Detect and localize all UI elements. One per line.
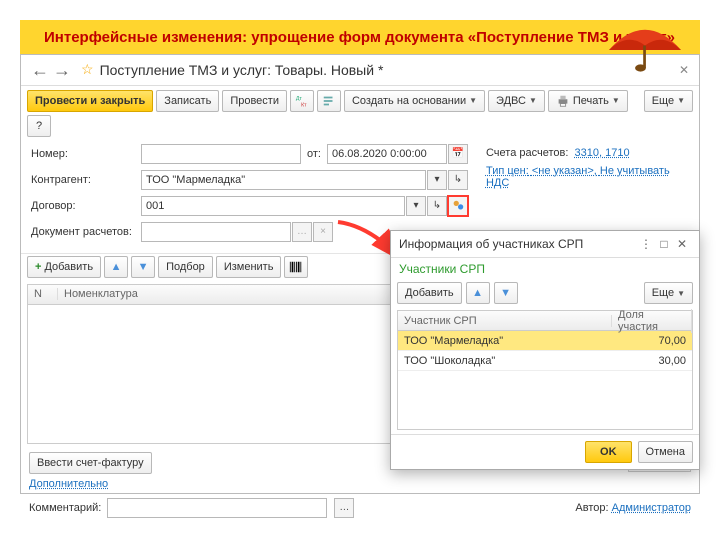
docrasch-clear-icon: × xyxy=(313,222,333,242)
create-based-on-button[interactable]: Создать на основании ▼ xyxy=(344,90,485,112)
popup-menu-icon[interactable]: ⋮ xyxy=(637,237,655,251)
enter-invoice-button[interactable]: Ввести счет-фактуру xyxy=(29,452,152,474)
popup-col-part: Участник СРП xyxy=(398,315,612,327)
popup-subtitle: Участники СРП xyxy=(391,258,699,280)
edit-button[interactable]: Изменить xyxy=(216,256,282,278)
print-button[interactable]: Печать ▼ xyxy=(548,90,628,112)
popup-more-button[interactable]: Еще ▼ xyxy=(644,282,693,304)
popup-col-share: Доля участия xyxy=(612,309,692,333)
popup-up-button[interactable]: ▲ xyxy=(466,282,490,304)
contragent-select-icon[interactable]: ▾ xyxy=(427,170,447,190)
registers-button[interactable] xyxy=(317,90,341,112)
contragent-open-icon[interactable]: ↳ xyxy=(448,170,468,190)
number-label: Номер: xyxy=(31,148,141,160)
srp-info-button[interactable] xyxy=(448,196,468,216)
post-and-close-button[interactable]: Провести и закрыть xyxy=(27,90,153,112)
popup-title: Информация об участниках СРП xyxy=(399,237,637,251)
docrasch-input xyxy=(141,222,291,242)
more-button[interactable]: Еще ▼ xyxy=(644,90,693,112)
dt-kt-button[interactable]: ДтКт xyxy=(290,90,314,112)
decorative-umbrella xyxy=(600,18,690,73)
price-type-link[interactable]: Тип цен: <не указан>, Не учитывать НДС xyxy=(486,165,670,189)
docrasch-label: Документ расчетов: xyxy=(31,226,141,238)
contract-input[interactable]: 001 xyxy=(141,196,405,216)
comment-label: Комментарий: xyxy=(29,502,101,514)
col-n: N xyxy=(28,288,58,300)
post-button[interactable]: Провести xyxy=(222,90,287,112)
save-button[interactable]: Записать xyxy=(156,90,219,112)
nav-back-icon[interactable]: ← xyxy=(31,61,49,79)
favorite-icon[interactable]: ☆ xyxy=(81,61,94,78)
move-up-button[interactable]: ▲ xyxy=(104,256,128,278)
from-label: от: xyxy=(307,148,321,160)
slide-title: Интерфейсные изменения: упрощение форм д… xyxy=(44,28,676,48)
contragent-input[interactable]: ТОО "Мармеладка" xyxy=(141,170,426,190)
edvs-button[interactable]: ЭДВС ▼ xyxy=(488,90,545,112)
contract-open-icon[interactable]: ↳ xyxy=(427,196,447,216)
table-row[interactable]: ТОО "Мармеладка"70,00 xyxy=(398,331,692,351)
popup-down-button[interactable]: ▼ xyxy=(494,282,518,304)
move-down-button[interactable]: ▼ xyxy=(131,256,155,278)
svg-text:Кт: Кт xyxy=(301,102,307,108)
srp-popup: Информация об участниках СРП ⋮ □ ✕ Участ… xyxy=(390,230,700,470)
docrasch-dots-icon: … xyxy=(292,222,312,242)
contract-select-icon[interactable]: ▾ xyxy=(406,196,426,216)
author-label: Автор: xyxy=(575,502,608,514)
slide-header: Интерфейсные изменения: упрощение форм д… xyxy=(20,20,700,54)
popup-ok-button[interactable]: OK xyxy=(585,441,632,463)
accounts-label: Счета расчетов: xyxy=(486,147,568,159)
pick-button[interactable]: Подбор xyxy=(158,256,213,278)
additional-link[interactable]: Дополнительно xyxy=(29,478,108,490)
help-button[interactable]: ? xyxy=(27,115,51,137)
nav-fwd-icon[interactable]: → xyxy=(53,61,71,79)
svg-text:Дт: Дт xyxy=(296,96,303,102)
titlebar: ← → ☆ Поступление ТМЗ и услуг: Товары. Н… xyxy=(21,55,699,86)
accounts-link[interactable]: 3310, 1710 xyxy=(575,147,630,159)
contragent-label: Контрагент: xyxy=(31,174,141,186)
contract-label: Договор: xyxy=(31,200,141,212)
barcode-button[interactable] xyxy=(284,256,308,278)
comment-input[interactable] xyxy=(107,498,327,518)
popup-add-button[interactable]: Добавить xyxy=(397,282,462,304)
popup-cancel-button[interactable]: Отмена xyxy=(638,441,693,463)
popup-table[interactable]: Участник СРП Доля участия ТОО "Мармеладк… xyxy=(397,310,693,430)
add-row-button[interactable]: + Добавить xyxy=(27,256,101,278)
window-title: Поступление ТМЗ и услуг: Товары. Новый * xyxy=(100,62,679,78)
date-input[interactable]: 06.08.2020 0:00:00 xyxy=(327,144,447,164)
comment-dots-icon[interactable]: … xyxy=(334,498,354,518)
bottom-row: Комментарий: … Автор: Администратор xyxy=(21,494,699,522)
number-input[interactable] xyxy=(141,144,301,164)
date-picker-icon[interactable]: 📅 xyxy=(448,144,468,164)
main-toolbar: Провести и закрыть Записать Провести ДтК… xyxy=(21,86,699,141)
popup-close-icon[interactable]: ✕ xyxy=(673,237,691,251)
author-link[interactable]: Администратор xyxy=(612,502,691,514)
popup-max-icon[interactable]: □ xyxy=(655,237,673,251)
table-row[interactable]: ТОО "Шоколадка"30,00 xyxy=(398,351,692,371)
